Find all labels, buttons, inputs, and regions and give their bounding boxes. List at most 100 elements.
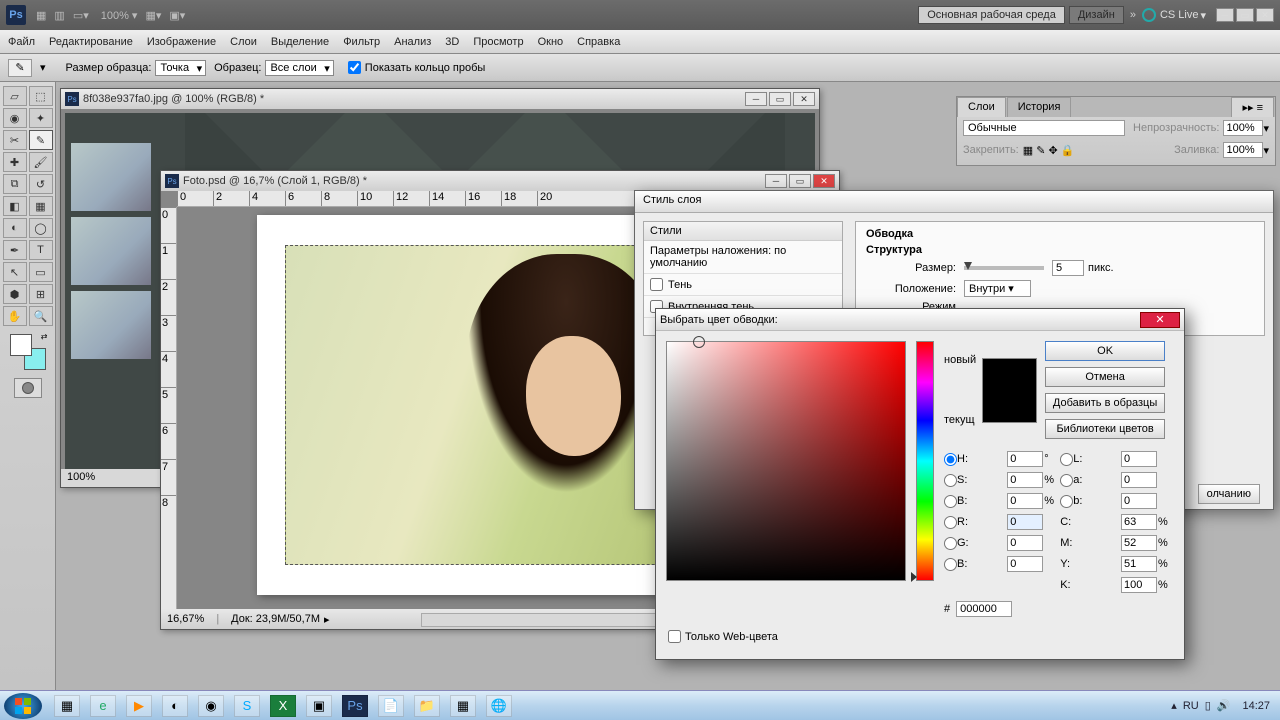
start-button[interactable] <box>4 693 42 719</box>
blend-options-item[interactable]: Параметры наложения: по умолчанию <box>644 241 842 274</box>
screen-icon[interactable]: ▣▾ <box>169 9 185 22</box>
doc2-close[interactable]: ✕ <box>813 174 835 188</box>
b-radio[interactable] <box>1060 495 1073 508</box>
menu-3d[interactable]: 3D <box>445 36 459 48</box>
path-tool[interactable]: ↖ <box>3 262 27 282</box>
a-input[interactable] <box>1121 472 1157 488</box>
l-radio[interactable] <box>1060 453 1073 466</box>
menu-analysis[interactable]: Анализ <box>394 36 431 48</box>
doc2-zoom[interactable]: 16,67% <box>167 613 204 625</box>
quickmask-button[interactable] <box>14 378 42 398</box>
opacity-input[interactable]: 100% <box>1223 120 1263 136</box>
m-input[interactable] <box>1121 535 1157 551</box>
doc1-close[interactable]: ✕ <box>793 92 815 106</box>
notes-icon[interactable]: 📄 <box>378 695 404 717</box>
marquee-tool[interactable]: ⬚ <box>29 86 53 106</box>
arrange-icon[interactable]: ▦▾ <box>145 9 161 22</box>
dodge-tool[interactable]: ◯ <box>29 218 53 238</box>
bb-radio[interactable] <box>944 558 957 571</box>
menu-window[interactable]: Окно <box>538 36 564 48</box>
cslive-label[interactable]: CS Live <box>1160 9 1199 21</box>
add-swatch-button[interactable]: Добавить в образцы <box>1045 393 1165 413</box>
minibridge-icon[interactable]: ▥ <box>54 9 64 22</box>
s-radio[interactable] <box>944 474 957 487</box>
a-radio[interactable] <box>1060 474 1073 487</box>
workspace-design[interactable]: Дизайн <box>1069 6 1124 24</box>
doc2-maximize[interactable]: ▭ <box>789 174 811 188</box>
doc2-minimize[interactable]: ─ <box>765 174 787 188</box>
bv-radio[interactable] <box>944 495 957 508</box>
more-icon[interactable]: » <box>1130 9 1136 21</box>
brush-tool[interactable]: 🖌 <box>29 152 53 172</box>
menu-help[interactable]: Справка <box>577 36 620 48</box>
volume-icon[interactable]: 🔊 <box>1217 699 1231 712</box>
swap-colors-icon[interactable]: ⇄ <box>41 332 48 341</box>
ruler-vertical[interactable]: 012345678 <box>161 207 177 609</box>
sample-size-select[interactable]: Точка <box>155 60 206 76</box>
menu-image[interactable]: Изображение <box>147 36 216 48</box>
hex-input[interactable] <box>956 601 1012 617</box>
bridge-icon[interactable]: ▦ <box>36 9 46 22</box>
app-icon[interactable]: ▦ <box>450 695 476 717</box>
hue-slider[interactable] <box>916 341 934 581</box>
lang-indicator[interactable]: RU <box>1183 700 1199 712</box>
blend-mode-select[interactable]: Обычные <box>963 120 1125 136</box>
tray-up-icon[interactable]: ▴ <box>1171 699 1177 712</box>
gradient-tool[interactable]: ▦ <box>29 196 53 216</box>
g-input[interactable] <box>1007 535 1043 551</box>
app-icon[interactable]: ◐ <box>162 695 188 717</box>
g-radio[interactable] <box>944 537 957 550</box>
styles-header[interactable]: Стили <box>644 222 842 241</box>
fg-color-swatch[interactable] <box>10 334 32 356</box>
folder-icon[interactable]: 📁 <box>414 695 440 717</box>
restore-defaults-button[interactable]: олчанию <box>1198 484 1260 504</box>
k-input[interactable] <box>1121 577 1157 593</box>
fill-input[interactable]: 100% <box>1223 142 1263 158</box>
bb-input[interactable] <box>1007 556 1043 572</box>
h-input[interactable] <box>1007 451 1043 467</box>
menu-select[interactable]: Выделение <box>271 36 329 48</box>
eyedropper-tool[interactable]: ✎ <box>29 130 53 150</box>
eraser-tool[interactable]: ◧ <box>3 196 27 216</box>
menu-view[interactable]: Просмотр <box>473 36 523 48</box>
stamp-tool[interactable]: ⧉ <box>3 174 27 194</box>
b-input[interactable] <box>1121 493 1157 509</box>
blur-tool[interactable]: ◐ <box>3 218 27 238</box>
crop-tool[interactable]: ✂ <box>3 130 27 150</box>
type-tool[interactable]: T <box>29 240 53 260</box>
3d-tool[interactable]: ⬢ <box>3 284 27 304</box>
h-radio[interactable] <box>944 453 957 466</box>
color-picker-close[interactable]: ✕ <box>1140 312 1180 328</box>
s-input[interactable] <box>1007 472 1043 488</box>
position-select[interactable]: Внутри ▾ <box>964 280 1031 297</box>
ok-button[interactable]: OK <box>1045 341 1165 361</box>
shape-tool[interactable]: ▭ <box>29 262 53 282</box>
panel-menu-icon[interactable]: ▸▸ ≡ <box>1231 97 1274 117</box>
drop-shadow-item[interactable]: Тень <box>644 274 842 296</box>
size-slider[interactable] <box>964 266 1044 270</box>
view-icon[interactable]: ▭▾ <box>73 9 89 22</box>
menu-edit[interactable]: Редактирование <box>49 36 133 48</box>
pen-tool[interactable]: ✒ <box>3 240 27 260</box>
minimize-button[interactable]: ─ <box>1216 8 1234 22</box>
menu-filter[interactable]: Фильтр <box>343 36 380 48</box>
tab-layers[interactable]: Слои <box>957 97 1006 117</box>
chrome-icon[interactable]: ◉ <box>198 695 224 717</box>
sv-field[interactable] <box>666 341 906 581</box>
doc1-minimize[interactable]: ─ <box>745 92 767 106</box>
taskview-icon[interactable]: ▦ <box>54 695 80 717</box>
bv-input[interactable] <box>1007 493 1043 509</box>
history-brush[interactable]: ↺ <box>29 174 53 194</box>
zoom-tool[interactable]: 🔍 <box>29 306 53 326</box>
ie-icon[interactable]: e <box>90 695 116 717</box>
wand-tool[interactable]: ✦ <box>29 108 53 128</box>
size-input[interactable] <box>1052 260 1084 276</box>
maximize-button[interactable]: ▭ <box>1236 8 1254 22</box>
webonly-checkbox[interactable] <box>668 630 681 643</box>
lasso-tool[interactable]: ◉ <box>3 108 27 128</box>
l-input[interactable] <box>1121 451 1157 467</box>
sv-marker[interactable] <box>693 336 705 348</box>
r-input[interactable] <box>1007 514 1043 530</box>
cancel-button[interactable]: Отмена <box>1045 367 1165 387</box>
menu-file[interactable]: Файл <box>8 36 35 48</box>
